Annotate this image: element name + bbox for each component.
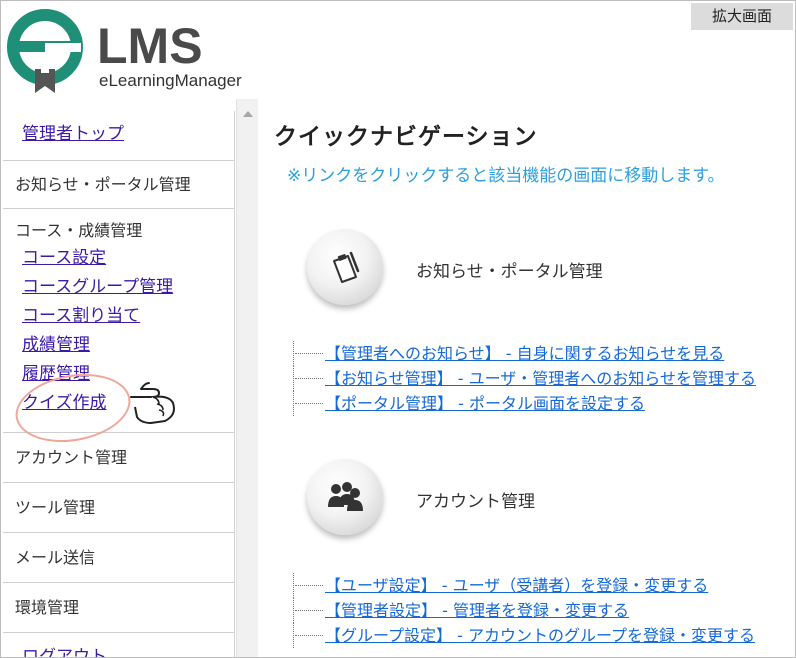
- sidebar-section-environment[interactable]: 環境管理: [3, 583, 234, 633]
- sidebar-section-notice[interactable]: お知らせ・ポータル管理: [3, 161, 234, 209]
- page-note: ※リンクをクリックすると該当機能の画面に移動します。: [287, 166, 725, 186]
- main-content: クイックナビゲーション ※リンクをクリックすると該当機能の画面に移動します。 お…: [273, 99, 795, 657]
- sidebar-link-history[interactable]: 履歴管理: [15, 360, 234, 389]
- page-title: クイックナビゲーション: [274, 124, 538, 150]
- sidebar-link-admin-top[interactable]: 管理者トップ: [22, 120, 234, 149]
- sidebar-link-logout[interactable]: ログアウト: [22, 643, 234, 657]
- section-title-account: アカウント管理: [416, 492, 535, 512]
- logo-subtitle: eLearningManager: [99, 71, 242, 90]
- window-frame: LMS eLearningManager 拡大画面 管理者トップ お知らせ・ポー…: [0, 0, 796, 658]
- sidebar: 管理者トップ お知らせ・ポータル管理 コース・成績管理 コース設定 コースグルー…: [3, 111, 235, 657]
- sidebar-section-top: 管理者トップ: [3, 111, 234, 161]
- sidebar-heading-mail: メール送信: [15, 548, 96, 567]
- users-icon: [307, 459, 383, 535]
- sidebar-section-logout: ログアウト: [3, 633, 234, 657]
- sidebar-heading-course: コース・成績管理: [15, 221, 143, 240]
- lms-logo: LMS eLearningManager: [5, 7, 275, 97]
- sidebar-heading-tools: ツール管理: [15, 498, 96, 517]
- sidebar-link-course-assign[interactable]: コース割り当て: [15, 302, 234, 331]
- link-portal-manage[interactable]: 【ポータル管理】 - ポータル画面を設定する: [325, 391, 645, 416]
- logo-mark-icon: LMS eLearningManager: [7, 9, 242, 93]
- link-user-settings[interactable]: 【ユーザ設定】 - ユーザ（受講者）を登録・変更する: [325, 573, 708, 598]
- sidebar-link-course-settings[interactable]: コース設定: [15, 244, 234, 273]
- sidebar-scrollbar[interactable]: [236, 99, 258, 657]
- link-admin-notice[interactable]: 【管理者へのお知らせ】 - 自身に関するお知らせを見る: [325, 341, 724, 366]
- clipboard-icon: [307, 229, 383, 305]
- link-notice-manage[interactable]: 【お知らせ管理】 - ユーザ・管理者へのお知らせを管理する: [325, 366, 756, 391]
- sidebar-heading-environment: 環境管理: [15, 598, 80, 617]
- sidebar-heading-notice: お知らせ・ポータル管理: [15, 175, 191, 194]
- sidebar-link-course-group[interactable]: コースグループ管理: [15, 273, 234, 302]
- sidebar-section-tools[interactable]: ツール管理: [3, 483, 234, 533]
- pointing-hand-icon: [130, 382, 175, 424]
- link-admin-settings[interactable]: 【管理者設定】 - 管理者を登録・変更する: [325, 598, 629, 623]
- zoom-badge: 拡大画面: [691, 3, 793, 30]
- sidebar-section-mail[interactable]: メール送信: [3, 533, 234, 583]
- sidebar-section-account[interactable]: アカウント管理: [3, 433, 234, 483]
- scroll-up-arrow-icon[interactable]: [243, 111, 253, 117]
- logo-brand: LMS: [97, 18, 203, 74]
- sidebar-link-grades[interactable]: 成績管理: [15, 331, 234, 360]
- sidebar-link-quiz-create[interactable]: クイズ作成: [15, 389, 234, 418]
- link-group-settings[interactable]: 【グループ設定】 - アカウントのグループを登録・変更する: [325, 623, 755, 648]
- sidebar-heading-account: アカウント管理: [15, 448, 128, 467]
- section-title-notice: お知らせ・ポータル管理: [416, 262, 603, 282]
- sidebar-section-course: コース・成績管理 コース設定 コースグループ管理 コース割り当て 成績管理 履歴…: [3, 209, 234, 433]
